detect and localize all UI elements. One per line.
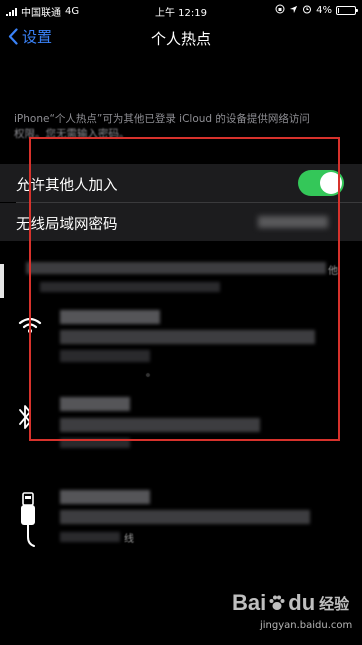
baidu-jingyan-watermark: Bai du 经验 jingyan.baidu.com	[232, 590, 352, 638]
obscured-text-block	[60, 510, 310, 524]
obscured-text-fragment: 线	[124, 534, 134, 545]
annotation-highlight-box	[29, 137, 340, 441]
location-icon	[289, 5, 298, 17]
status-bar: 中国联通 4G 上午 12:19 4%	[0, 0, 362, 20]
battery-fill	[338, 8, 339, 13]
paw-icon	[269, 595, 285, 610]
navigation-bar: 设置 个人热点	[0, 20, 362, 58]
battery-icon	[336, 6, 358, 15]
watermark-brand: Bai	[232, 590, 267, 615]
alarm-icon	[302, 4, 312, 17]
edge-tab	[0, 264, 4, 298]
description-line-1: iPhone“个人热点”可为其他已登录 iCloud 的设备提供网络访问	[14, 113, 310, 125]
status-right: 4%	[275, 4, 358, 17]
obscured-text-block	[60, 490, 150, 504]
battery-percent: 4%	[316, 5, 332, 16]
watermark-chinese: 经验	[319, 595, 350, 613]
obscured-text-block	[60, 532, 120, 542]
usb-cable-icon	[21, 492, 35, 547]
watermark-brand-suffix: du	[288, 590, 316, 615]
lock-rotation-icon	[275, 4, 285, 17]
watermark-url: jingyan.baidu.com	[260, 620, 353, 631]
watermark-logo: Bai du 经验	[232, 590, 349, 616]
page-title: 个人热点	[150, 30, 211, 48]
